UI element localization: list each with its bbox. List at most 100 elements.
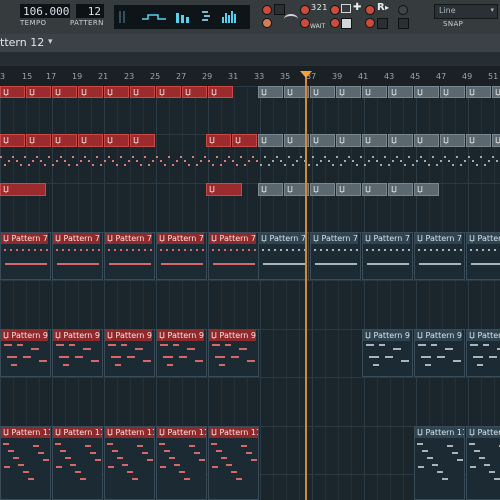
playlist-clip[interactable]: Џ Pattern 9	[414, 329, 465, 377]
playlist-clip[interactable]: Џ	[362, 134, 387, 147]
playlist-clip[interactable]: Џ	[208, 86, 233, 98]
clip-note	[211, 443, 217, 445]
playlist-clip[interactable]: Џ	[414, 134, 439, 147]
playlist-clip[interactable]: Џ Pattern 7	[0, 232, 51, 280]
playlist-clip[interactable]: Џ	[232, 134, 257, 147]
countdown-button[interactable]	[300, 5, 310, 15]
playlist-clip[interactable]: Џ Pattern 9	[208, 329, 259, 377]
visualizer-panel	[114, 5, 250, 29]
playlist-clip[interactable]: Џ Pattern 7	[52, 232, 103, 280]
typing-keyboard-button[interactable]	[330, 18, 340, 28]
playlist-clip[interactable]: Џ	[310, 86, 335, 98]
chevron-down-icon[interactable]: ▾	[48, 37, 53, 47]
playlist-clip[interactable]: Џ	[336, 134, 361, 147]
playlist-clip[interactable]: Џ	[492, 86, 500, 98]
clip-note	[111, 356, 121, 358]
record-arrow-icon: ▸	[385, 3, 390, 12]
playlist-clip[interactable]: Џ	[52, 86, 77, 98]
playlist-clip[interactable]: Џ Pattern 9	[104, 329, 155, 377]
clip-note	[470, 344, 478, 346]
playlist-clip[interactable]: Џ	[440, 86, 465, 98]
cpu-meter-button[interactable]	[365, 18, 375, 28]
playlist-clip[interactable]: Џ Pattern 11	[466, 426, 500, 500]
playlist-clip[interactable]: Џ Pattern 7	[362, 232, 413, 280]
playlist-clip[interactable]: Џ	[336, 86, 361, 98]
playlist-clip[interactable]: Џ Pattern 7	[414, 232, 465, 280]
playlist-clip[interactable]: Џ	[206, 183, 242, 196]
playlist-clip[interactable]: Џ	[466, 86, 491, 98]
playlist-clip[interactable]: Џ	[440, 134, 465, 147]
playlist-clip[interactable]: Џ	[388, 183, 413, 196]
playlist-clip[interactable]: Џ Pattern 7	[258, 232, 309, 280]
playlist-clip[interactable]: Џ	[26, 86, 51, 98]
playlist-clip[interactable]: Џ	[258, 183, 283, 196]
playlist-clip[interactable]: Џ Pattern 9	[0, 329, 51, 377]
playlist-clip[interactable]: Џ Pattern 11	[156, 426, 207, 500]
settings-icon[interactable]	[398, 18, 409, 29]
playlist-clip[interactable]: Џ	[492, 134, 500, 147]
playlist-clip[interactable]: Џ	[78, 134, 103, 147]
playlist-clip[interactable]: Џ Pattern 9	[156, 329, 207, 377]
playlist-clip[interactable]: Џ Pattern 7	[310, 232, 361, 280]
wait-button[interactable]	[262, 18, 272, 28]
pattern-selector[interactable]: ttern 12	[0, 36, 44, 49]
playlist-clip[interactable]: Џ Pattern 7	[466, 232, 500, 280]
playlist-clip[interactable]: Џ	[206, 134, 231, 147]
playlist-clip[interactable]: Џ Pattern 11	[414, 426, 465, 500]
wait-input-button[interactable]	[300, 18, 310, 28]
playlist-clip[interactable]: Џ Pattern 9	[466, 329, 500, 377]
playlist-clip[interactable]: Џ	[0, 86, 25, 98]
playlist-clip[interactable]: Џ	[388, 86, 413, 98]
playlist-clip[interactable]: Џ	[156, 86, 181, 98]
playlist-clip[interactable]: Џ	[310, 134, 335, 147]
clip-note	[68, 249, 70, 251]
playlist-clip[interactable]: Џ	[26, 134, 51, 147]
record-button[interactable]	[365, 5, 375, 15]
tempo-display[interactable]: 106.000	[20, 4, 70, 18]
playhead[interactable]	[305, 74, 307, 500]
playlist-clip[interactable]: Џ	[362, 183, 387, 196]
playlist-clip[interactable]: Џ	[414, 86, 439, 98]
playlist-clip[interactable]: Џ	[78, 86, 103, 98]
playhead-marker-icon[interactable]	[300, 71, 312, 78]
playlist-clip[interactable]: Џ	[0, 134, 25, 147]
playlist-clip[interactable]: Џ Pattern 9	[52, 329, 103, 377]
ruler-number: 29	[202, 72, 213, 81]
playlist-clip[interactable]: Џ Pattern 7	[156, 232, 207, 280]
clip-note	[137, 445, 143, 447]
playlist-clip[interactable]: Џ	[362, 86, 387, 98]
playlist-clip[interactable]: Џ	[258, 86, 283, 98]
timeline-ruler[interactable]: 3 15 17 19 21 23 25 27 29 31 33 35 37 39 41 43 45 47 49 51	[0, 66, 500, 87]
playlist-clip[interactable]: Џ Pattern 7	[104, 232, 155, 280]
playlist-clip[interactable]: Џ	[52, 134, 77, 147]
playlist-clip[interactable]: Џ	[0, 183, 46, 196]
snap-selector[interactable]: Line ▾	[434, 4, 498, 19]
playlist-clip[interactable]: Џ	[104, 134, 129, 147]
playlist-clip[interactable]: Џ Pattern 9	[362, 329, 413, 377]
loop-record-button[interactable]	[330, 5, 340, 15]
pattern-display[interactable]: 12	[76, 4, 104, 18]
playlist-clip[interactable]: Џ Pattern 11	[104, 426, 155, 500]
grid-line	[286, 86, 287, 500]
panel-toggle-button[interactable]	[398, 5, 408, 15]
playlist-clip[interactable]: Џ	[414, 183, 439, 196]
clip-note	[464, 160, 466, 162]
playlist-clip[interactable]: Џ	[130, 134, 155, 147]
playlist-grid[interactable]: Џ Џ Џ Џ Џ Џ Џ Џ Џ Џ Џ Џ Џ Џ Џ Џ Џ Џ Џ Џ Џ Џ Џ Џ Џ Џ Џ Џ Џ Џ Џ Џ Џ Џ Џ Џ Џ Џ Џ Џ…	[0, 86, 500, 500]
playlist-clip[interactable]: Џ	[310, 183, 335, 196]
playlist-clip[interactable]: Џ Pattern 11	[0, 426, 51, 500]
step-edit-button[interactable]	[274, 4, 285, 15]
playlist-clip[interactable]: Џ Pattern 11	[208, 426, 259, 500]
playlist-clip[interactable]: Џ	[258, 134, 283, 147]
playlist-clip[interactable]: Џ Pattern 11	[52, 426, 103, 500]
clip-note	[200, 160, 202, 162]
playlist-clip[interactable]: Џ	[104, 86, 129, 98]
playlist-clip[interactable]: Џ Pattern 7	[208, 232, 259, 280]
playlist-clip[interactable]: Џ	[182, 86, 207, 98]
metronome-button[interactable]	[262, 5, 272, 15]
playlist-clip[interactable]: Џ	[388, 134, 413, 147]
playlist-clip[interactable]: Џ	[130, 86, 155, 98]
toolbar: 106.000 TEMPO 12 PATTERN 3 2 1 WAIT ✚ R …	[0, 0, 500, 35]
playlist-clip[interactable]: Џ	[336, 183, 361, 196]
playlist-clip[interactable]: Џ	[466, 134, 491, 147]
